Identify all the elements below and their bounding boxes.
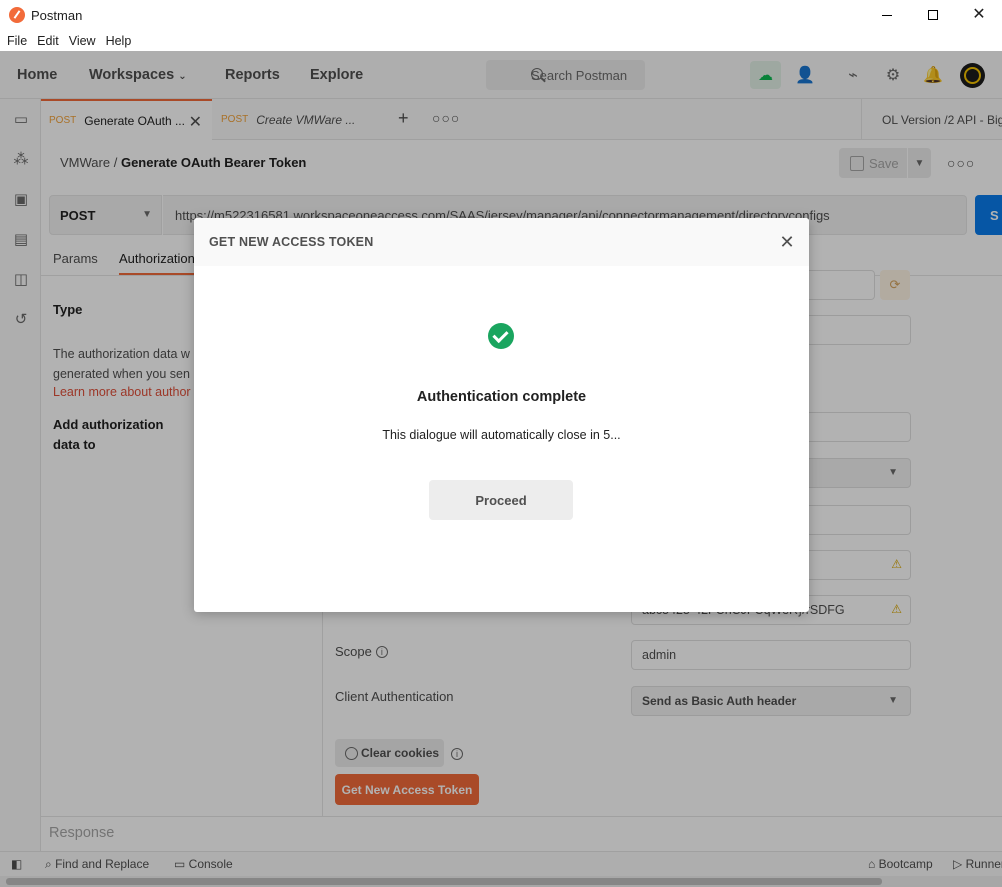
close-icon[interactable]: ✕ [777, 232, 797, 252]
dialog-header: GET NEW ACCESS TOKEN ✕ [194, 218, 809, 266]
proceed-button[interactable]: Proceed [429, 480, 573, 520]
menu-file[interactable]: File [7, 34, 27, 48]
menu-view[interactable]: View [69, 34, 96, 48]
postman-logo-icon [9, 7, 25, 23]
dialog-subtext: This dialogue will automatically close i… [382, 428, 621, 442]
close-window-button[interactable]: ✕ [956, 0, 1002, 30]
window-title: Postman [31, 7, 83, 23]
success-check-icon [488, 323, 514, 349]
menu-edit[interactable]: Edit [37, 34, 59, 48]
dialog-title: GET NEW ACCESS TOKEN [209, 235, 374, 249]
menu-bar: File Edit View Help [0, 30, 1002, 51]
menu-help[interactable]: Help [106, 34, 132, 48]
window-titlebar: Postman ✕ [0, 0, 1002, 30]
minimize-button[interactable] [864, 0, 910, 30]
access-token-dialog: GET NEW ACCESS TOKEN ✕ Authentication co… [194, 218, 809, 612]
dialog-heading: Authentication complete [416, 389, 587, 405]
maximize-button[interactable] [910, 0, 956, 30]
